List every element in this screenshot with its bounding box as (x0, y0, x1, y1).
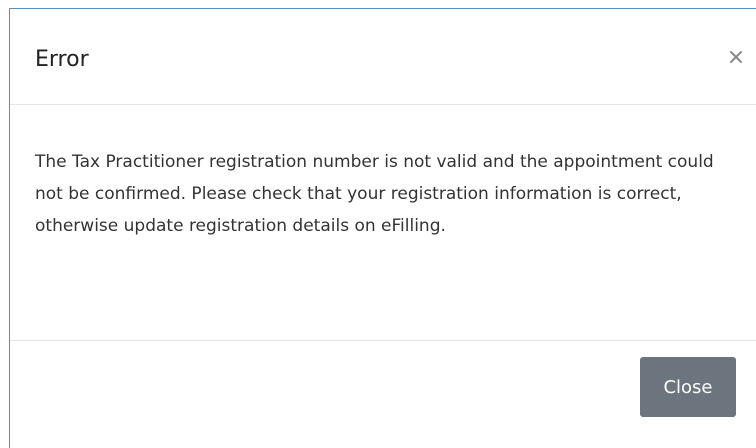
error-message: The Tax Practitioner registration number… (35, 152, 714, 236)
dialog-header: Error (10, 9, 756, 105)
dialog-title: Error (35, 47, 89, 72)
dialog-body: The Tax Practitioner registration number… (10, 105, 756, 341)
close-button[interactable]: Close (640, 357, 736, 417)
close-icon[interactable] (726, 47, 746, 67)
close-icon-glyph (730, 51, 742, 63)
